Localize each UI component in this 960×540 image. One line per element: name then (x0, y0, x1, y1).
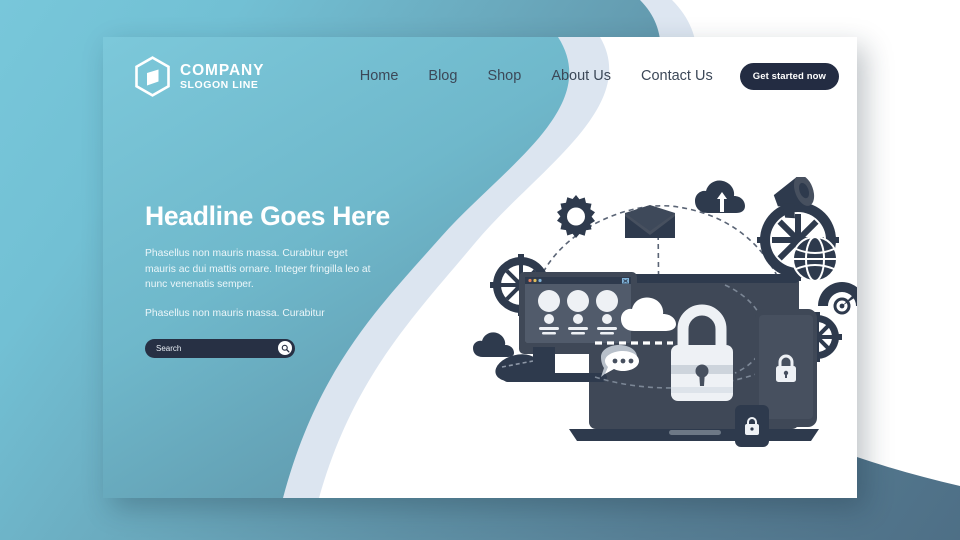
cloud-upload-icon (695, 180, 745, 213)
brand-logo[interactable]: COMPANY SLOGON LINE (134, 55, 265, 97)
main-navigation: Home Blog Shop About Us Contact Us Get s… (345, 62, 839, 90)
search-button[interactable] (278, 341, 292, 356)
get-started-button[interactable]: Get started now (739, 62, 839, 90)
search-icon (281, 344, 290, 353)
nav-item-contact-us[interactable]: Contact Us (626, 68, 728, 84)
cloud-small-icon (473, 332, 514, 357)
hexagon-logo-icon (135, 55, 170, 97)
nav-item-blog[interactable]: Blog (413, 68, 472, 84)
globe-icon (792, 236, 838, 282)
nav-item-about-us[interactable]: About Us (536, 68, 626, 84)
speedometer-icon (818, 282, 857, 315)
browser-window-avatars (525, 277, 631, 343)
nav-item-shop[interactable]: Shop (472, 68, 536, 84)
nav-item-home[interactable]: Home (345, 68, 414, 84)
smartphone-device (735, 405, 769, 447)
brand-slogan: SLOGON LINE (180, 78, 259, 91)
hero-content: Headline Goes Here Phasellus non mauris … (145, 201, 425, 358)
site-header: COMPANY SLOGON LINE Home Blog Shop About… (103, 37, 857, 115)
cyber-security-illustration (473, 177, 857, 447)
hero-paragraph-2: Phasellus non mauris massa. Curabitur (145, 308, 325, 320)
search-input[interactable] (156, 343, 278, 353)
hero-card: COMPANY SLOGON LINE Home Blog Shop About… (103, 37, 857, 498)
brand-name: COMPANY (180, 62, 265, 79)
gear-icon (557, 195, 595, 238)
hero-paragraph-1: Phasellus non mauris massa. Curabitur eg… (145, 248, 371, 291)
search-bar[interactable] (145, 338, 295, 358)
hero-headline: Headline Goes Here (145, 201, 390, 231)
